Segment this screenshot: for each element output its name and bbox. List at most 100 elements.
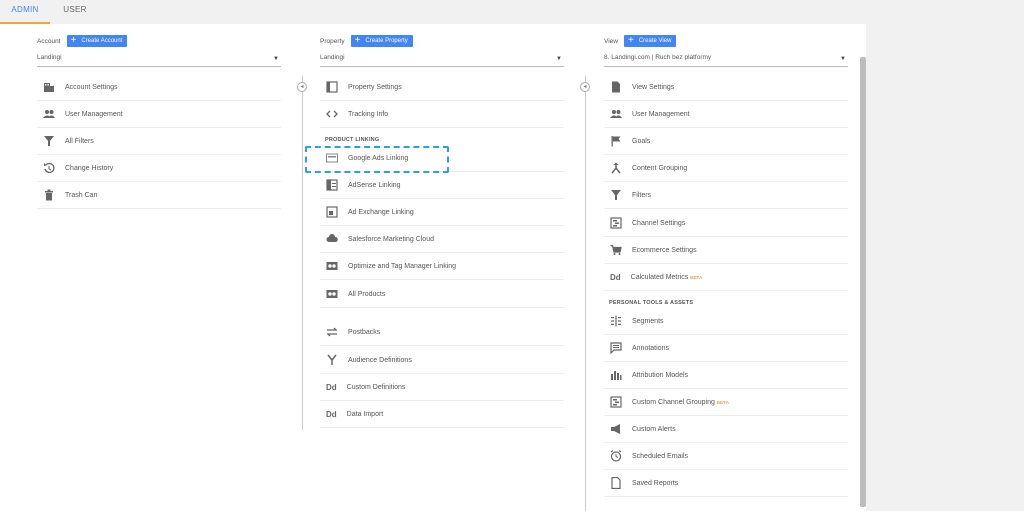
ad-exchange-linking-label: Ad Exchange Linking <box>348 208 414 216</box>
scheduled-emails-label: Scheduled Emails <box>632 452 689 460</box>
property-select-value: Landingi <box>320 54 345 61</box>
tab-user[interactable]: USER <box>56 0 94 22</box>
custom-definitions-label: Custom Definitions <box>346 383 406 391</box>
postbacks-item[interactable]: Postbacks <box>320 319 564 346</box>
code-icon <box>326 108 338 120</box>
annotations-item[interactable]: Annotations <box>604 335 848 362</box>
ecommerce-settings-item[interactable]: Ecommerce Settings <box>604 237 848 264</box>
custom-alerts-item[interactable]: Custom Alerts <box>604 416 848 443</box>
segments-item[interactable]: Segments <box>604 308 848 335</box>
change-history-item[interactable]: Change History <box>37 155 281 182</box>
flag-icon <box>610 135 622 147</box>
audience-definitions-label: Audience Definitions <box>348 356 412 364</box>
all-products-item[interactable]: All Products <box>320 281 564 308</box>
product-linking-heading: PRODUCT LINKING <box>325 137 380 143</box>
view-settings-item[interactable]: View Settings <box>604 74 848 101</box>
adsense-linking-label: AdSense Linking <box>348 181 401 189</box>
plus-icon: + <box>70 35 77 46</box>
collapse-icon[interactable]: ◂ <box>297 82 307 92</box>
property-settings-item[interactable]: Property Settings <box>320 74 564 101</box>
view-filters-label: Filters <box>632 191 652 199</box>
adsense-icon <box>326 179 338 191</box>
history-icon <box>43 162 55 174</box>
cloud-icon <box>326 233 338 245</box>
link-box-icon <box>326 260 338 272</box>
calculated-metrics-label: Calculated Metrics <box>630 273 689 281</box>
trash-can-label: Trash Can <box>65 191 98 199</box>
change-history-label: Change History <box>65 164 114 172</box>
postbacks-icon <box>326 326 338 338</box>
content-grouping-item[interactable]: Content Grouping <box>604 155 848 182</box>
ad-exchange-icon <box>326 206 338 218</box>
attribution-models-item[interactable]: Attribution Models <box>604 362 848 389</box>
filter-icon <box>43 135 55 147</box>
alarm-clock-icon <box>610 450 622 462</box>
salesforce-marketing-cloud-label: Salesforce Marketing Cloud <box>348 235 434 243</box>
view-header: View + Create View <box>604 34 677 48</box>
document-icon <box>610 81 622 93</box>
people-icon <box>43 108 55 120</box>
filter-icon <box>610 189 622 201</box>
all-filters-label: All Filters <box>65 137 94 145</box>
saved-reports-item[interactable]: Saved Reports <box>604 470 848 497</box>
link-box-icon <box>326 288 338 300</box>
column-divider <box>302 76 303 430</box>
segments-icon <box>610 315 622 327</box>
custom-definitions-item[interactable]: Dd Custom Definitions <box>320 374 564 401</box>
annotations-label: Annotations <box>632 344 669 352</box>
layout-icon <box>326 81 338 93</box>
megaphone-icon <box>610 423 622 435</box>
create-account-button[interactable]: + Create Account <box>66 35 128 47</box>
view-filters-item[interactable]: Filters <box>604 182 848 209</box>
collapse-icon[interactable]: ◂ <box>580 82 590 92</box>
create-view-button[interactable]: + Create View <box>623 35 677 47</box>
cart-icon <box>610 244 622 256</box>
tab-admin[interactable]: ADMIN <box>0 0 50 24</box>
admin-tab-bar: ADMIN USER <box>0 0 1024 24</box>
fork-icon <box>326 354 338 366</box>
adsense-linking-item[interactable]: AdSense Linking <box>320 172 564 199</box>
trash-icon <box>43 189 55 201</box>
view-heading: View <box>604 37 618 45</box>
account-user-management-item[interactable]: User Management <box>37 101 281 128</box>
account-select[interactable]: Landingi ▼ <box>37 54 281 67</box>
channel-settings-icon <box>610 396 622 408</box>
tracking-info-item[interactable]: Tracking Info <box>320 101 564 128</box>
goals-label: Goals <box>632 137 651 145</box>
postbacks-label: Postbacks <box>348 328 381 336</box>
building-icon <box>43 81 55 93</box>
view-select-value: 8. Landingi.com | Ruch bez platformy <box>604 54 712 61</box>
channel-settings-label: Channel Settings <box>632 219 686 227</box>
comment-icon <box>610 342 622 354</box>
trash-can-item[interactable]: Trash Can <box>37 182 281 209</box>
account-settings-item[interactable]: Account Settings <box>37 74 281 101</box>
ad-exchange-linking-item[interactable]: Ad Exchange Linking <box>320 199 564 226</box>
channel-settings-icon <box>610 217 622 229</box>
view-select[interactable]: 8. Landingi.com | Ruch bez platformy ▼ <box>604 54 848 67</box>
optimize-tag-manager-linking-item[interactable]: Optimize and Tag Manager Linking <box>320 253 564 280</box>
dd-icon: Dd <box>326 409 337 419</box>
bar-chart-icon <box>610 369 622 381</box>
audience-definitions-item[interactable]: Audience Definitions <box>320 347 564 374</box>
custom-channel-grouping-item[interactable]: Custom Channel Grouping BETA <box>604 389 848 416</box>
property-select[interactable]: Landingi ▼ <box>320 54 564 67</box>
create-property-label: Create Property <box>365 38 408 44</box>
account-heading: Account <box>37 37 61 45</box>
all-filters-item[interactable]: All Filters <box>37 128 281 155</box>
create-property-button[interactable]: + Create Property <box>350 35 413 47</box>
chevron-down-icon: ▼ <box>273 56 279 62</box>
calculated-metrics-item[interactable]: Dd Calculated Metrics BETA <box>604 264 848 291</box>
data-import-item[interactable]: Dd Data Import <box>320 401 564 428</box>
tracking-info-label: Tracking Info <box>348 110 389 118</box>
column-divider <box>585 76 586 511</box>
channel-settings-item[interactable]: Channel Settings <box>604 210 848 237</box>
create-view-label: Create View <box>638 38 672 44</box>
salesforce-marketing-cloud-item[interactable]: Salesforce Marketing Cloud <box>320 226 564 253</box>
scheduled-emails-item[interactable]: Scheduled Emails <box>604 443 848 470</box>
beta-badge: BETA <box>716 399 730 405</box>
goals-item[interactable]: Goals <box>604 128 848 155</box>
view-user-management-item[interactable]: User Management <box>604 101 848 128</box>
custom-channel-grouping-label: Custom Channel Grouping <box>632 398 715 406</box>
plus-icon: + <box>627 35 634 46</box>
scrollbar[interactable] <box>860 57 866 507</box>
